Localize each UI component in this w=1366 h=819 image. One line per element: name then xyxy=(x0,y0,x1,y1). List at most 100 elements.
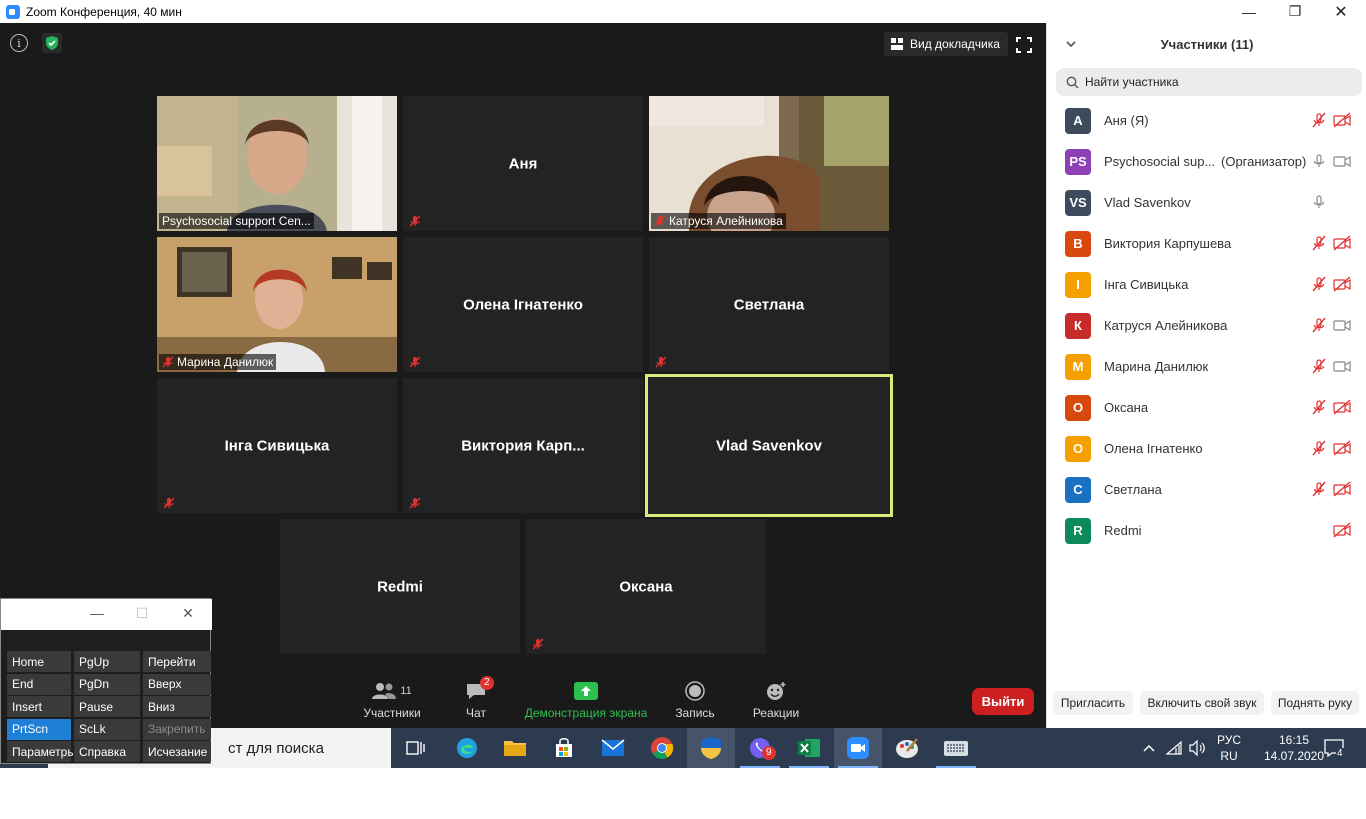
viber-icon[interactable]: 9 xyxy=(736,728,784,768)
muted-mic-icon xyxy=(409,356,421,368)
participant-row[interactable]: В Виктория Карпушева xyxy=(1047,223,1366,264)
muted-mic-icon xyxy=(162,356,174,368)
video-tile[interactable]: Виктория Карп... xyxy=(403,378,643,513)
blank-area xyxy=(0,768,1366,819)
tile-name-tag: Psychosocial support Cen... xyxy=(159,213,314,229)
maximize-button[interactable]: ❐ xyxy=(1272,0,1318,23)
video-tile[interactable]: Светлана xyxy=(649,237,889,372)
osk-key[interactable]: End xyxy=(7,673,71,695)
clock[interactable]: 16:15 14.07.2020 xyxy=(1262,728,1326,768)
record-button[interactable]: Запись xyxy=(672,680,718,720)
tray-chevron-up-icon[interactable] xyxy=(1142,743,1156,753)
muted-mic-icon xyxy=(1311,112,1327,133)
video-tile[interactable]: Олена Ігнатенко xyxy=(403,237,643,372)
video-tile[interactable]: Psychosocial support Cen... xyxy=(157,96,397,231)
osk-key[interactable]: PgUp xyxy=(74,651,140,672)
invite-button[interactable]: Пригласить xyxy=(1053,691,1133,715)
participant-row[interactable]: О Оксана xyxy=(1047,387,1366,428)
unmute-self-button[interactable]: Включить свой звук xyxy=(1140,691,1264,715)
participant-search-input[interactable] xyxy=(1085,75,1345,89)
speaker-view-label: Вид докладчика xyxy=(910,37,1000,51)
osk-key[interactable]: Исчезание xyxy=(143,741,211,762)
osk-key[interactable]: PrtScn xyxy=(7,718,71,740)
active-speaker-tile[interactable]: Vlad Savenkov xyxy=(645,374,893,517)
participant-row[interactable]: R Redmi xyxy=(1047,510,1366,551)
mic-icon xyxy=(1311,194,1327,215)
osk-minimize-button[interactable]: — xyxy=(87,605,107,623)
avatar: С xyxy=(1065,476,1091,503)
osk-key[interactable]: Home xyxy=(7,651,71,672)
osk-key[interactable]: Перейти xyxy=(143,651,211,672)
participant-row[interactable]: К Катруся Алейникова xyxy=(1047,305,1366,346)
osk-key[interactable]: Вверх xyxy=(143,673,211,695)
security-shield-app-icon[interactable] xyxy=(687,728,735,768)
osk-close-button[interactable]: ✕ xyxy=(178,605,198,623)
participant-name: Катруся Алейникова xyxy=(1104,318,1228,333)
speaker-view-button[interactable]: Вид докладчика xyxy=(884,32,1008,56)
participant-name: Светлана xyxy=(1104,482,1162,497)
raise-hand-button[interactable]: Поднять руку xyxy=(1271,691,1359,715)
video-tile[interactable]: Оксана xyxy=(526,519,766,654)
task-view-icon[interactable] xyxy=(392,728,440,768)
mail-icon[interactable] xyxy=(589,728,637,768)
video-tile[interactable]: Марина Данилюк xyxy=(157,237,397,372)
avatar: PS xyxy=(1065,148,1091,175)
participant-row[interactable]: М Марина Данилюк xyxy=(1047,346,1366,387)
participant-row[interactable]: С Светлана xyxy=(1047,469,1366,510)
participant-row[interactable]: PS Psychosocial sup... (Организатор) xyxy=(1047,141,1366,182)
participant-row[interactable]: VS Vlad Savenkov xyxy=(1047,182,1366,223)
panel-header: Участники (11) xyxy=(1047,23,1366,67)
muted-mic-icon xyxy=(409,497,421,509)
file-explorer-icon[interactable] xyxy=(491,728,539,768)
notification-center-icon[interactable]: 4 xyxy=(1324,728,1346,768)
clock-date: 14.07.2020 xyxy=(1263,749,1325,763)
participant-row[interactable]: О Олена Ігнатенко xyxy=(1047,428,1366,469)
participant-search[interactable] xyxy=(1056,68,1362,96)
participants-button[interactable]: 11 Участники xyxy=(362,680,422,720)
muted-mic-icon xyxy=(409,215,421,227)
edge-browser-icon[interactable] xyxy=(443,728,491,768)
network-icon[interactable] xyxy=(1166,741,1182,755)
store-icon[interactable] xyxy=(540,728,588,768)
leave-meeting-button[interactable]: Выйти xyxy=(972,688,1034,715)
share-screen-button[interactable]: Демонстрация экрана xyxy=(522,680,650,720)
osk-key[interactable]: Pause xyxy=(74,696,140,717)
excel-icon[interactable] xyxy=(785,728,833,768)
info-icon[interactable]: i xyxy=(10,34,28,52)
osk-maximize-button[interactable]: ☐ xyxy=(132,605,152,623)
chrome-icon[interactable] xyxy=(638,728,686,768)
video-icon xyxy=(1333,153,1351,174)
security-shield-icon[interactable] xyxy=(42,33,62,53)
avatar: О xyxy=(1065,435,1091,462)
muted-mic-icon xyxy=(1311,440,1327,461)
zoom-app-icon[interactable] xyxy=(834,728,882,768)
osk-key[interactable]: Параметры xyxy=(7,741,76,762)
reactions-button[interactable]: Реакции xyxy=(750,680,802,720)
volume-icon[interactable] xyxy=(1188,740,1206,756)
osk-key[interactable]: Insert xyxy=(7,696,71,717)
minimize-button[interactable]: — xyxy=(1226,0,1272,23)
fullscreen-icon[interactable] xyxy=(1016,37,1032,53)
close-button[interactable]: ✕ xyxy=(1318,0,1364,23)
paint-icon[interactable] xyxy=(883,728,931,768)
muted-mic-icon xyxy=(1311,235,1327,256)
chat-label: Чат xyxy=(466,706,486,720)
video-tile[interactable]: Аня xyxy=(403,96,643,231)
osk-key[interactable]: Вниз xyxy=(143,696,211,717)
speaker-view-icon xyxy=(891,38,903,50)
chat-button[interactable]: 2 Чат xyxy=(456,676,496,720)
participant-row[interactable]: А Аня (Я) xyxy=(1047,100,1366,141)
osk-key[interactable]: Справка xyxy=(74,741,140,762)
video-tile[interactable]: Катруся Алейникова xyxy=(649,96,889,231)
language-indicator[interactable]: РУС RU xyxy=(1217,728,1241,768)
osk-key[interactable]: ScLk xyxy=(74,718,140,740)
video-tile[interactable]: Інга Сивицька xyxy=(157,378,397,513)
tile-name: Інга Сивицька xyxy=(224,437,330,454)
on-screen-keyboard-icon[interactable] xyxy=(932,728,980,768)
window-titlebar: Zoom Конференция, 40 мин — ❐ ✕ xyxy=(0,0,1366,23)
participant-row[interactable]: І Інга Сивицька xyxy=(1047,264,1366,305)
mic-icon xyxy=(1311,153,1327,174)
tile-name: Аня xyxy=(508,155,538,172)
video-tile[interactable]: Redmi xyxy=(280,519,520,654)
osk-key[interactable]: PgDn xyxy=(74,673,140,695)
